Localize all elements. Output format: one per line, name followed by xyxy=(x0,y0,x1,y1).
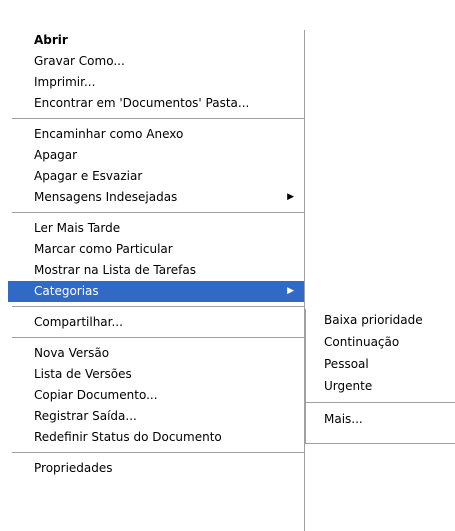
menu-separator xyxy=(8,208,304,218)
submenu-item-mais[interactable]: Mais... xyxy=(306,408,455,430)
submenu-item-baixa-prioridade[interactable]: Baixa prioridade xyxy=(306,309,455,331)
menu-item-label: Redefinir Status do Documento xyxy=(34,430,222,444)
menu-item-redefinir-status[interactable]: Redefinir Status do Documento xyxy=(8,427,304,448)
submenu-separator xyxy=(306,397,455,408)
menu-item-ler-mais-tarde[interactable]: Ler Mais Tarde xyxy=(8,218,304,239)
menu-item-label: Encaminhar como Anexo xyxy=(34,127,184,141)
submenu-arrow-icon: ▶ xyxy=(287,286,294,296)
submenu-arrow-icon: ▶ xyxy=(287,192,294,202)
menu-item-label: Apagar xyxy=(34,148,78,162)
submenu-item-label: Continuação xyxy=(324,335,400,349)
menu-item-label: Ler Mais Tarde xyxy=(34,221,121,235)
menu-item-gravar-como[interactable]: Gravar Como... xyxy=(8,51,304,72)
menu-separator xyxy=(8,114,304,124)
menu-item-mensagens-indesejadas[interactable]: Mensagens Indesejadas ▶ xyxy=(8,187,304,208)
submenu-item-label: Pessoal xyxy=(324,357,369,371)
menu-item-label: Mensagens Indesejadas xyxy=(34,190,178,204)
menu-item-label: Gravar Como... xyxy=(34,54,125,68)
context-menu: Abrir Gravar Como... Imprimir... Encontr… xyxy=(8,30,305,531)
menu-item-encontrar-em-pasta[interactable]: Encontrar em 'Documentos' Pasta... xyxy=(8,93,304,114)
menu-item-label: Nova Versão xyxy=(34,346,110,360)
menu-item-label: Abrir xyxy=(34,33,68,47)
menu-item-propriedades[interactable]: Propriedades xyxy=(8,458,304,479)
submenu-item-label: Baixa prioridade xyxy=(324,313,423,327)
menu-item-label: Propriedades xyxy=(34,461,113,475)
menu-item-mostrar-na-lista-de-tarefas[interactable]: Mostrar na Lista de Tarefas xyxy=(8,260,304,281)
window-title-strip xyxy=(0,0,455,30)
menu-item-label: Marcar como Particular xyxy=(34,242,173,256)
menu-item-label: Copiar Documento... xyxy=(34,388,158,402)
menu-separator xyxy=(8,448,304,458)
menu-item-compartilhar[interactable]: Compartilhar... xyxy=(8,312,304,333)
menu-item-copiar-documento[interactable]: Copiar Documento... xyxy=(8,385,304,406)
menu-item-encaminhar-como-anexo[interactable]: Encaminhar como Anexo xyxy=(8,124,304,145)
submenu-item-label: Urgente xyxy=(324,379,373,393)
menu-item-lista-de-versoes[interactable]: Lista de Versões xyxy=(8,364,304,385)
menu-item-registrar-saida[interactable]: Registrar Saída... xyxy=(8,406,304,427)
submenu-item-urgente[interactable]: Urgente xyxy=(306,375,455,397)
menu-item-label: Categorias xyxy=(34,284,99,298)
menu-item-label: Registrar Saída... xyxy=(34,409,137,423)
menu-item-label: Mostrar na Lista de Tarefas xyxy=(34,263,196,277)
menu-item-label: Lista de Versões xyxy=(34,367,132,381)
menu-item-label: Encontrar em 'Documentos' Pasta... xyxy=(34,96,250,110)
menu-separator xyxy=(8,302,304,312)
menu-item-categorias[interactable]: Categorias ▶ xyxy=(8,281,304,302)
submenu-item-continuacao[interactable]: Continuação xyxy=(306,331,455,353)
menu-item-apagar-e-esvaziar[interactable]: Apagar e Esvaziar xyxy=(8,166,304,187)
menu-item-imprimir[interactable]: Imprimir... xyxy=(8,72,304,93)
menu-item-marcar-como-particular[interactable]: Marcar como Particular xyxy=(8,239,304,260)
submenu-item-pessoal[interactable]: Pessoal xyxy=(306,353,455,375)
menu-item-label: Compartilhar... xyxy=(34,315,123,329)
submenu-item-label: Mais... xyxy=(324,412,363,426)
categorias-submenu: Baixa prioridade Continuação Pessoal Urg… xyxy=(305,309,455,444)
menu-separator xyxy=(8,333,304,343)
menu-item-apagar[interactable]: Apagar xyxy=(8,145,304,166)
menu-item-abrir[interactable]: Abrir xyxy=(8,30,304,51)
menu-item-nova-versao[interactable]: Nova Versão xyxy=(8,343,304,364)
menu-item-label: Apagar e Esvaziar xyxy=(34,169,143,183)
menu-item-label: Imprimir... xyxy=(34,75,96,89)
